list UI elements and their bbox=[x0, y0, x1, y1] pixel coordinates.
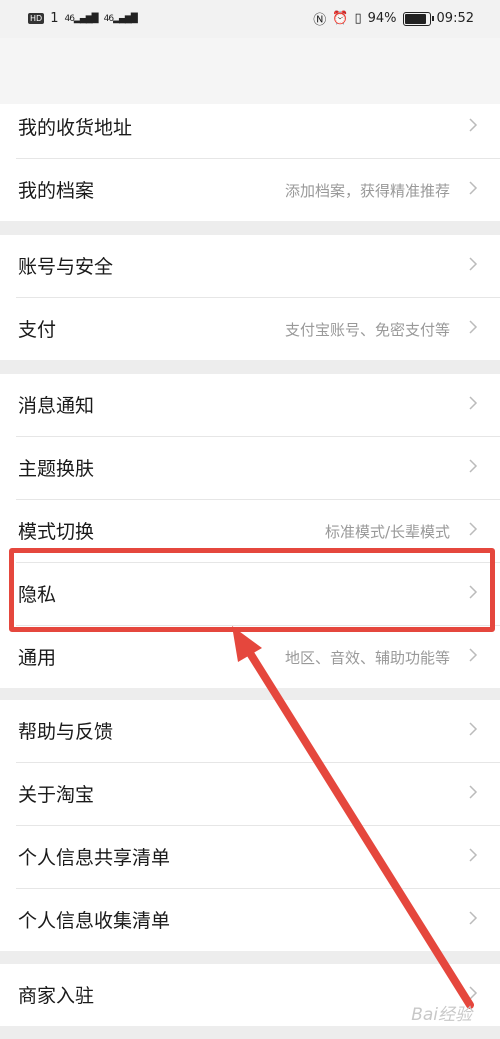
annotation-arrow bbox=[232, 626, 474, 1009]
watermark: Bai经验 bbox=[411, 1005, 472, 1025]
